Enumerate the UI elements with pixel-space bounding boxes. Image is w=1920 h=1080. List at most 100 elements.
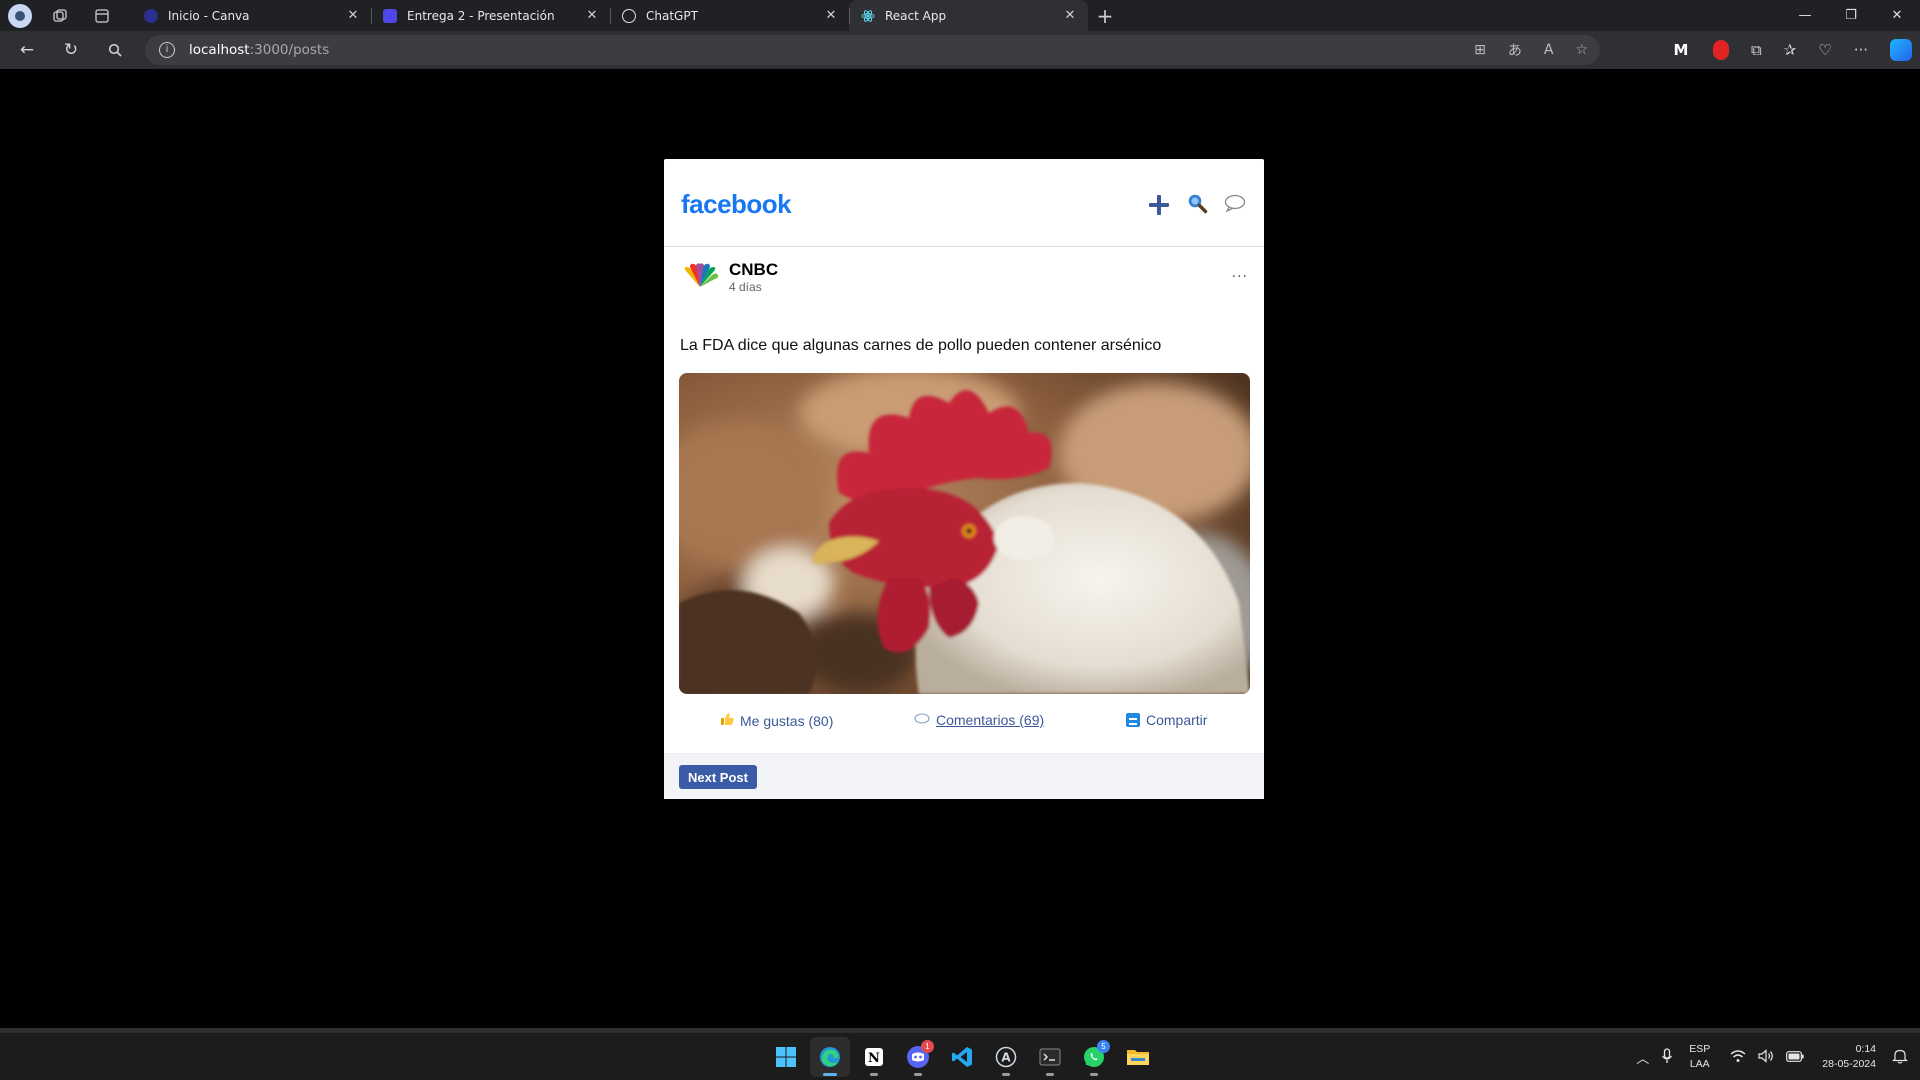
post-actions: Me gustas (80) Comentarios (69) Comparti… [664, 707, 1264, 735]
thumbs-up-icon [720, 712, 734, 729]
copilot-icon[interactable] [1890, 39, 1912, 61]
microphone-icon[interactable] [1661, 1047, 1673, 1067]
tab-title: ChatGPT [646, 8, 698, 23]
url-path: :3000/posts [249, 42, 330, 58]
address-bar-actions: ⊞ あ A ☆ [1474, 35, 1588, 65]
share-button[interactable]: Compartir [1126, 712, 1207, 728]
language-code: ESP [1689, 1043, 1711, 1055]
whatsapp-icon[interactable]: 5 [1074, 1037, 1114, 1077]
keyboard-layout: LAA [1689, 1058, 1710, 1070]
close-tab-icon[interactable]: ✕ [823, 8, 839, 23]
next-post-button[interactable]: Next Post [679, 765, 757, 789]
clock-date: 28-05-2024 [1822, 1058, 1876, 1070]
react-favicon-icon [861, 9, 875, 23]
favorite-star-icon[interactable]: ☆ [1575, 42, 1588, 58]
presentation-favicon-icon [383, 8, 397, 23]
more-menu-icon[interactable]: ··· [1854, 41, 1868, 59]
input-language[interactable]: ESP LAA [1689, 1042, 1710, 1072]
browser-tab-strip: Inicio - Canva ✕ Entrega 2 - Presentació… [0, 0, 1920, 31]
show-hidden-icons-icon[interactable]: ︿ [1636, 1048, 1649, 1067]
windows-start-icon[interactable] [766, 1037, 806, 1077]
tab-title: Entrega 2 - Presentación [407, 8, 555, 23]
extensions-puzzle-icon[interactable]: ⧉ [1751, 41, 1762, 59]
page-viewport: facebook CNBC 4 días ··· La FDA dice que… [4, 69, 1916, 1028]
app-available-icon[interactable]: ⊞ [1474, 42, 1486, 58]
canva-favicon-icon [144, 8, 158, 23]
comment-bubble-icon [914, 712, 930, 728]
post-timestamp: 4 días [729, 280, 762, 294]
notifications-icon[interactable] [1892, 1048, 1908, 1067]
discord-badge: 1 [921, 1040, 934, 1053]
new-tab-button[interactable]: + [1088, 0, 1122, 31]
comments-button[interactable]: Comentarios (69) [914, 712, 1044, 728]
file-explorer-icon[interactable] [1118, 1037, 1158, 1077]
discord-icon[interactable]: 1 [898, 1037, 938, 1077]
site-info-icon[interactable]: i [159, 42, 175, 58]
clock[interactable]: 0:14 28-05-2024 [1822, 1042, 1876, 1072]
tab-react-app[interactable]: React App ✕ [849, 0, 1088, 31]
post-text: La FDA dice que algunas carnes de pollo … [680, 337, 1162, 354]
browser-essentials-icon[interactable]: ♡ [1818, 41, 1831, 59]
notion-icon[interactable]: N [854, 1037, 894, 1077]
search-icon[interactable] [1186, 192, 1208, 218]
close-window-icon[interactable]: ✕ [1874, 0, 1920, 31]
windows-taskbar: N 1 A 5 ︿ ESP LAA 0:14 28-05-2024 [0, 1032, 1920, 1080]
like-label: Me gustas (80) [740, 712, 834, 729]
tab-presentacion[interactable]: Entrega 2 - Presentación ✕ [371, 0, 610, 31]
tab-title: React App [885, 8, 947, 23]
like-button[interactable]: Me gustas (80) [720, 712, 833, 729]
tab-canva[interactable]: Inicio - Canva ✕ [132, 0, 371, 31]
svg-text:A: A [1001, 1051, 1011, 1065]
app-header: facebook [664, 159, 1264, 247]
facebook-logo[interactable]: facebook [681, 189, 792, 220]
tab-chatgpt[interactable]: ChatGPT ✕ [610, 0, 849, 31]
wifi-icon[interactable] [1730, 1049, 1746, 1066]
extension-m-icon[interactable]: M [1671, 40, 1691, 60]
svg-text:N: N [868, 1051, 880, 1066]
vscode-icon[interactable] [942, 1037, 982, 1077]
close-tab-icon[interactable]: ✕ [345, 8, 361, 23]
nbc-peacock-logo-icon[interactable] [680, 263, 720, 289]
close-tab-icon[interactable]: ✕ [1062, 8, 1078, 23]
refresh-icon[interactable]: ↻ [49, 31, 93, 69]
url-host: localhost [189, 42, 250, 58]
comments-label: Comentarios (69) [936, 712, 1045, 728]
post-options-icon[interactable]: ··· [1232, 269, 1248, 285]
post-author[interactable]: CNBC [729, 260, 778, 280]
close-tab-icon[interactable]: ✕ [584, 8, 600, 23]
card-footer: Next Post [664, 753, 1264, 799]
tab-strip-left-controls [0, 0, 132, 31]
search-icon[interactable] [93, 31, 137, 69]
window-controls: — ❐ ✕ [1782, 0, 1920, 31]
whatsapp-badge: 5 [1097, 1040, 1110, 1053]
clock-time: 0:14 [1855, 1043, 1876, 1055]
post-image-rooster[interactable] [679, 373, 1250, 694]
restore-icon[interactable]: ❐ [1828, 0, 1874, 31]
header-actions [1148, 192, 1246, 218]
extension-red-icon[interactable] [1712, 40, 1729, 60]
tab-title: Inicio - Canva [168, 8, 250, 23]
plus-icon[interactable] [1148, 194, 1170, 216]
terminal-icon[interactable] [1030, 1037, 1070, 1077]
system-tray: ︿ ESP LAA 0:14 28-05-2024 [1630, 1033, 1920, 1080]
back-arrow-icon[interactable]: ← [5, 31, 49, 69]
profile-avatar-icon[interactable] [8, 3, 32, 28]
vertical-tabs-icon[interactable] [88, 2, 116, 30]
taskbar-apps: N 1 A 5 [766, 1037, 1158, 1077]
share-icon [1126, 713, 1140, 727]
volume-icon[interactable] [1758, 1048, 1774, 1066]
share-label: Compartir [1146, 712, 1208, 728]
browser-toolbar: ← ↻ i localhost:3000/posts ⊞ あ A ☆ M ⧉ ✰… [0, 31, 1920, 69]
facebook-card: facebook CNBC 4 días ··· La FDA dice que… [664, 159, 1264, 799]
address-bar[interactable]: i localhost:3000/posts ⊞ あ A ☆ [145, 35, 1600, 65]
minimize-icon[interactable]: — [1782, 0, 1828, 31]
chat-bubble-icon[interactable] [1224, 193, 1246, 217]
workspaces-icon[interactable] [46, 2, 74, 30]
edge-browser-icon[interactable] [810, 1037, 850, 1077]
battery-icon[interactable] [1786, 1050, 1804, 1065]
favorites-icon[interactable]: ✰ [1784, 41, 1797, 59]
post-header: CNBC 4 días ··· [664, 247, 1264, 309]
read-aloud-icon[interactable]: A [1544, 42, 1554, 58]
translate-icon[interactable]: あ [1508, 40, 1522, 60]
app-a-icon[interactable]: A [986, 1037, 1026, 1077]
